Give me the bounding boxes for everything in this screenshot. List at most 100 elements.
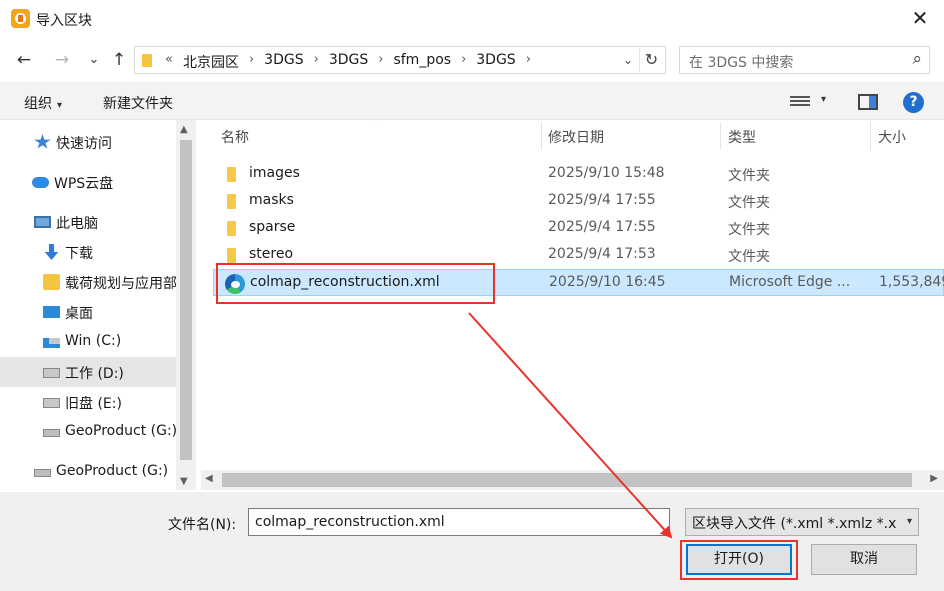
sidebar-scrollbar[interactable]: ▲ ▼ (176, 120, 196, 490)
sidebar-item-label: 下载 (65, 246, 93, 262)
navigation-pane: ▲ ▼ 快速访问 WPS云盘此电脑下载载荷规划与应用部桌面 Win (C:) 工作 (… (0, 120, 196, 490)
breadcrumb: « 北京园区 › 3DGS › 3DGS › sfm_pos › 3DGS › (163, 52, 533, 72)
sidebar-item[interactable]: Win (C:) (0, 327, 176, 357)
scroll-down-icon[interactable]: ▼ (180, 476, 188, 487)
file-type: 文件夹 (728, 195, 770, 211)
open-highlight-box (680, 540, 798, 580)
search-input[interactable]: 在 3DGS 中搜索 ⌕ (679, 46, 930, 74)
file-row[interactable]: masks 2025/9/4 17:55 文件夹 (213, 188, 944, 215)
chevron-down-icon: ▾ (906, 516, 912, 527)
filetype-value: 区块导入文件 (*.xml *.xmlz *.x (692, 516, 897, 532)
file-name: stereo (249, 246, 294, 262)
breadcrumb-item[interactable]: 3DGS (321, 52, 376, 72)
scroll-right-icon[interactable]: ▶ (930, 473, 938, 484)
file-name: masks (249, 192, 294, 208)
file-date: 2025/9/4 17:55 (548, 192, 656, 208)
sidebar-item[interactable]: 旧盘 (E:) (0, 387, 176, 417)
drive-icon (43, 368, 60, 378)
sidebar-item-label: GeoProduct (G:) (65, 423, 176, 439)
breadcrumb-item[interactable]: 北京园区 (175, 52, 247, 72)
column-divider[interactable] (541, 122, 542, 150)
usb-drive-icon (34, 469, 51, 477)
scroll-left-icon[interactable]: ◀ (205, 473, 213, 484)
file-type: 文件夹 (728, 222, 770, 238)
column-divider[interactable] (720, 122, 721, 150)
usb-drive-icon (43, 429, 60, 437)
sidebar-item-label: 工作 (D:) (65, 366, 124, 382)
breadcrumb-separator-icon[interactable]: › (247, 52, 256, 72)
breadcrumb-item[interactable]: sfm_pos (385, 52, 459, 72)
help-icon[interactable]: ? (903, 92, 924, 113)
breadcrumb-separator-icon[interactable]: › (376, 52, 385, 72)
sidebar-scroll-thumb[interactable] (180, 140, 192, 460)
breadcrumb-item[interactable]: 3DGS (256, 52, 311, 72)
breadcrumb-separator-icon[interactable]: › (312, 52, 321, 72)
sidebar-item[interactable]: 快速访问 (0, 127, 176, 157)
recent-locations-icon[interactable]: ⌄ (82, 48, 106, 72)
horizontal-scroll-thumb[interactable] (222, 473, 912, 487)
file-date: 2025/9/4 17:53 (548, 246, 656, 262)
view-list-icon[interactable] (790, 94, 810, 110)
folder-icon (227, 167, 236, 182)
sidebar-item[interactable]: 载荷规划与应用部 (0, 267, 176, 297)
sidebar-item-label: 旧盘 (E:) (65, 396, 122, 412)
filename-label: 文件名(N): (168, 517, 237, 533)
sidebar-item[interactable]: GeoProduct (G:) (0, 457, 176, 487)
cancel-button[interactable]: 取消 (811, 544, 917, 575)
forward-arrow-icon[interactable]: → (50, 48, 74, 72)
breadcrumb-separator-icon[interactable]: › (524, 52, 533, 72)
up-arrow-icon[interactable]: ↑ (107, 48, 131, 72)
sidebar-item[interactable]: WPS云盘 (0, 167, 176, 197)
column-name[interactable]: 名称 (221, 127, 249, 147)
file-date: 2025/9/4 17:55 (548, 219, 656, 235)
user-folder-icon (43, 274, 60, 290)
horizontal-scrollbar[interactable]: ◀ ▶ (201, 470, 944, 490)
filetype-select[interactable]: 区块导入文件 (*.xml *.xmlz *.x ▾ (685, 508, 919, 536)
file-name: sparse (249, 219, 296, 235)
sidebar-item[interactable]: 下载 (0, 237, 176, 267)
new-folder-button[interactable]: 新建文件夹 (103, 93, 173, 113)
file-date: 2025/9/10 16:45 (549, 274, 666, 290)
file-row[interactable]: sparse 2025/9/4 17:55 文件夹 (213, 215, 944, 242)
column-size[interactable]: 大小 (878, 127, 906, 147)
file-name: images (249, 165, 300, 181)
address-bar[interactable]: « 北京园区 › 3DGS › 3DGS › sfm_pos › 3DGS › ⌄ ↻ (134, 46, 666, 74)
file-date: 2025/9/10 15:48 (548, 165, 665, 181)
folder-icon (142, 54, 152, 67)
download-icon (44, 244, 59, 260)
desktop-icon (43, 306, 60, 318)
file-list: 名称 ⌃ 修改日期 类型 大小 images 2025/9/10 15:48 文件夹… (201, 120, 944, 492)
scroll-up-icon[interactable]: ▲ (180, 124, 188, 135)
breadcrumb-item[interactable]: 3DGS (468, 52, 523, 72)
file-row[interactable]: images 2025/9/10 15:48 文件夹 (213, 161, 944, 188)
caret-down-icon: ▾ (57, 100, 63, 111)
sort-glyph: ⌃ (372, 120, 381, 128)
breadcrumb-overflow[interactable]: « (163, 52, 175, 72)
filename-input[interactable] (248, 508, 670, 536)
sidebar-item-label: GeoProduct (G:) (56, 463, 169, 479)
folder-icon (227, 221, 236, 236)
preview-pane-icon[interactable] (858, 94, 878, 110)
sidebar-item[interactable]: 工作 (D:) (0, 357, 176, 387)
sidebar-item[interactable]: 桌面 (0, 297, 176, 327)
refresh-icon[interactable]: ↻ (639, 48, 663, 72)
back-arrow-icon[interactable]: ← (12, 48, 36, 72)
sidebar-item[interactable]: GeoProduct (G:) (0, 417, 176, 447)
sidebar-item-label: 桌面 (65, 306, 93, 322)
column-divider[interactable] (870, 122, 871, 150)
breadcrumb-separator-icon[interactable]: › (459, 52, 468, 72)
dialog-footer: 文件名(N): 区块导入文件 (*.xml *.xmlz *.x ▾ 打开(O)… (0, 492, 944, 591)
navigation-bar: ← → ⌄ ↑ « 北京园区 › 3DGS › 3DGS › sfm_pos › 3DGS › ⌄… (0, 38, 944, 80)
cloud-icon (32, 177, 49, 188)
sidebar-item[interactable]: 此电脑 (0, 207, 176, 237)
column-date[interactable]: 修改日期 (548, 127, 604, 147)
chevron-down-icon[interactable]: ⌄ (619, 50, 637, 70)
column-type[interactable]: 类型 (728, 127, 756, 147)
close-icon[interactable]: ✕ (906, 4, 934, 32)
view-options-caret-icon[interactable]: ▾ (821, 94, 826, 105)
organize-button[interactable]: 组织 ▾ (24, 93, 62, 113)
folder-icon (227, 248, 236, 263)
app-icon (11, 9, 30, 28)
file-highlight-box (216, 263, 495, 304)
computer-icon (34, 216, 51, 228)
